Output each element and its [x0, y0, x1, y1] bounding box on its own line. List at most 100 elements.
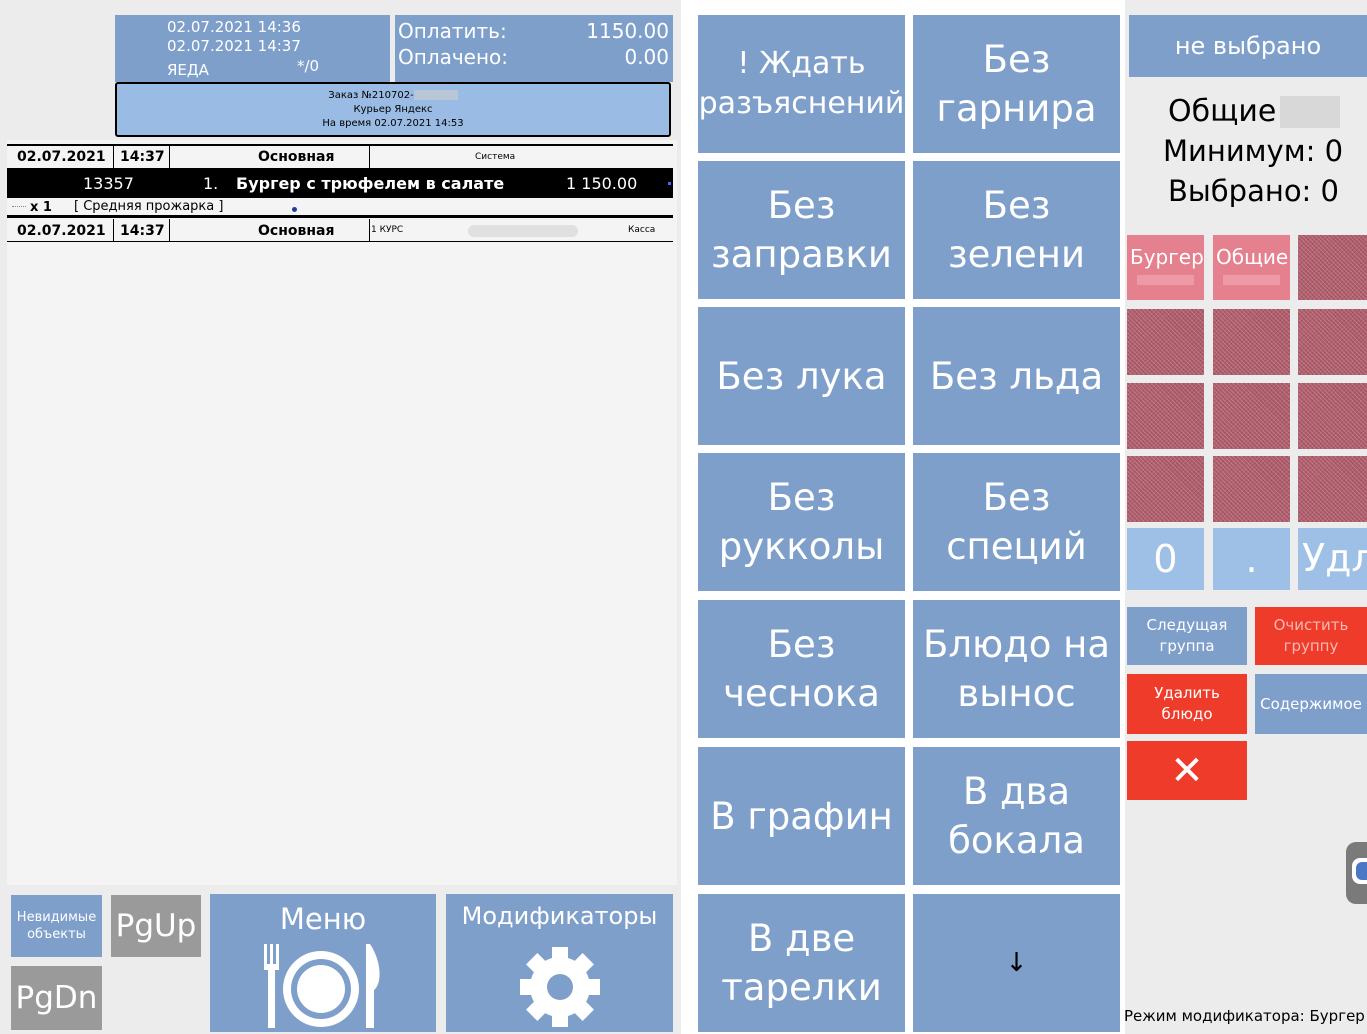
order-note[interactable]: Заказ №210702- Курьер Яндекс На время 02…	[115, 82, 671, 137]
empty-slot	[1127, 456, 1204, 522]
scroll-down-button[interactable]: ↓	[913, 894, 1120, 1032]
col-divider	[169, 219, 170, 241]
pgup-button[interactable]: PgUp	[111, 895, 201, 957]
col-divider	[369, 219, 370, 241]
clear-group-button[interactable]: Очистить группу	[1255, 607, 1367, 665]
group-tab-redacted	[1137, 275, 1194, 285]
open-datetime: 02.07.2021 14:36	[167, 18, 301, 36]
dish-code: 13357	[83, 174, 134, 193]
modifier-no-garlic[interactable]: Без чеснока	[698, 600, 905, 738]
col-divider	[113, 146, 114, 168]
modifier-two-plates[interactable]: В две тарелки	[698, 894, 905, 1032]
order-datetime: 02.07.2021 14:37	[167, 37, 301, 55]
key-delete[interactable]: Удл	[1298, 528, 1367, 590]
arrow-down-icon: ↓	[1005, 947, 1028, 978]
close-button[interactable]: ✕	[1127, 741, 1247, 800]
guests-count: */0	[297, 57, 320, 75]
gear-icon	[520, 947, 600, 1027]
modifier-no-arugula[interactable]: Без рукколы	[698, 453, 905, 591]
modifier-no-spices[interactable]: Без специй	[913, 453, 1120, 591]
payment-panel: Оплатить: 1150.00 Оплачено: 0.00	[395, 15, 673, 82]
row-cashier: Касса	[628, 225, 656, 235]
col-divider	[113, 219, 114, 241]
key-dot[interactable]: .	[1213, 528, 1290, 590]
plate-cutlery-icon	[264, 944, 380, 1028]
close-icon: ✕	[1170, 747, 1204, 794]
selected-count: Выбрано: 0	[1168, 174, 1339, 208]
group-title: Общие	[1168, 94, 1276, 129]
empty-slot	[1213, 456, 1290, 522]
modifier-in-decanter[interactable]: В графин	[698, 747, 905, 885]
tree-line	[12, 206, 26, 207]
order-number: Заказ №210702-	[328, 90, 414, 101]
group-tab-burger[interactable]: Бургер	[1127, 235, 1204, 300]
dish-qty: x 1	[30, 200, 52, 215]
key-dot-label: .	[1245, 537, 1258, 581]
dish-modifier[interactable]: [ Средняя прожарка ]	[74, 199, 223, 214]
group-tab-redacted	[1223, 275, 1280, 285]
row-type: Основная	[258, 149, 335, 165]
pgdn-button[interactable]: PgDn	[11, 966, 102, 1030]
contents-button[interactable]: Содержимое	[1255, 674, 1367, 734]
empty-slot	[1213, 383, 1290, 449]
modifier-no-garnish[interactable]: Без гарнира	[913, 15, 1120, 153]
empty-slot	[1298, 235, 1367, 300]
empty-slot	[1298, 456, 1367, 522]
group-tab-general-label: Общие	[1216, 245, 1289, 269]
empty-slot	[1213, 309, 1290, 375]
selection-status-button[interactable]: не выбрано	[1129, 15, 1367, 77]
row-date: 02.07.2021	[17, 149, 106, 165]
courier-line: Курьер Яндекс	[353, 104, 433, 115]
minimum-count: Минимум: 0	[1163, 134, 1344, 168]
row-time: 14:37	[120, 223, 165, 239]
menu-label: Меню	[279, 902, 367, 936]
modifier-no-dressing[interactable]: Без заправки	[698, 161, 905, 299]
key-zero[interactable]: 0	[1127, 528, 1204, 590]
row-course: 1 КУРС	[371, 225, 404, 235]
selection-status-label: не выбрано	[1174, 32, 1322, 60]
modifier-two-glasses[interactable]: В два бокала	[913, 747, 1120, 885]
order-info-panel: 02.07.2021 14:36 02.07.2021 14:37 ЯЕДА *…	[115, 15, 390, 82]
side-scroll-tab[interactable]	[1346, 842, 1367, 904]
menu-button[interactable]: Меню	[210, 894, 436, 1032]
modifier-no-greens[interactable]: Без зелени	[913, 161, 1120, 299]
next-group-button[interactable]: Следущая группа	[1127, 607, 1247, 665]
paid-label: Оплачено:	[398, 45, 509, 69]
group-tab-burger-label: Бургер	[1130, 245, 1204, 269]
dish-price: 1 150.00	[566, 174, 638, 193]
row-redacted	[468, 225, 578, 237]
empty-slot	[1127, 383, 1204, 449]
modifier-wait-clarification[interactable]: ! Ждать разъяснений	[698, 15, 905, 153]
group-title-redacted	[1280, 96, 1340, 128]
key-delete-label: Удл	[1302, 536, 1367, 580]
delivery-time: На время 02.07.2021 14:53	[322, 118, 464, 129]
col-divider	[169, 146, 170, 168]
pay-value: 1150.00	[586, 19, 669, 43]
mode-status-text: Режим модификатора: Бургер	[1124, 1007, 1365, 1025]
empty-slot	[1298, 309, 1367, 375]
modifier-dot	[292, 207, 297, 212]
col-divider	[369, 146, 370, 168]
group-title-label: Общие	[1168, 94, 1277, 129]
modifier-no-onion[interactable]: Без лука	[698, 307, 905, 445]
modifier-no-ice[interactable]: Без льда	[913, 307, 1120, 445]
invisible-objects-button[interactable]: Невидимые объекты	[11, 895, 102, 957]
order-list[interactable]	[7, 140, 677, 885]
modifiers-button[interactable]: Модификаторы	[446, 894, 673, 1032]
dish-name: Бургер с трюфелем в салате	[236, 174, 505, 193]
order-source: ЯЕДА	[167, 61, 209, 79]
side-tab-icon-inner	[1356, 862, 1367, 880]
delete-dish-button[interactable]: Удалить блюдо	[1127, 674, 1247, 734]
order-number-redacted	[413, 90, 458, 100]
paid-value: 0.00	[624, 45, 669, 69]
row-time: 14:37	[120, 149, 165, 165]
row-divider	[7, 241, 673, 242]
dish-marker	[668, 182, 671, 185]
group-tab-general[interactable]: Общие	[1213, 235, 1290, 300]
pay-label: Оплатить:	[398, 19, 507, 43]
dish-row[interactable]: 13357 1. Бургер с трюфелем в салате 1 15…	[7, 168, 673, 198]
modifier-takeaway[interactable]: Блюдо на вынос	[913, 600, 1120, 738]
row-type: Основная	[258, 223, 335, 239]
row-date: 02.07.2021	[17, 223, 106, 239]
dish-number: 1.	[203, 174, 219, 193]
